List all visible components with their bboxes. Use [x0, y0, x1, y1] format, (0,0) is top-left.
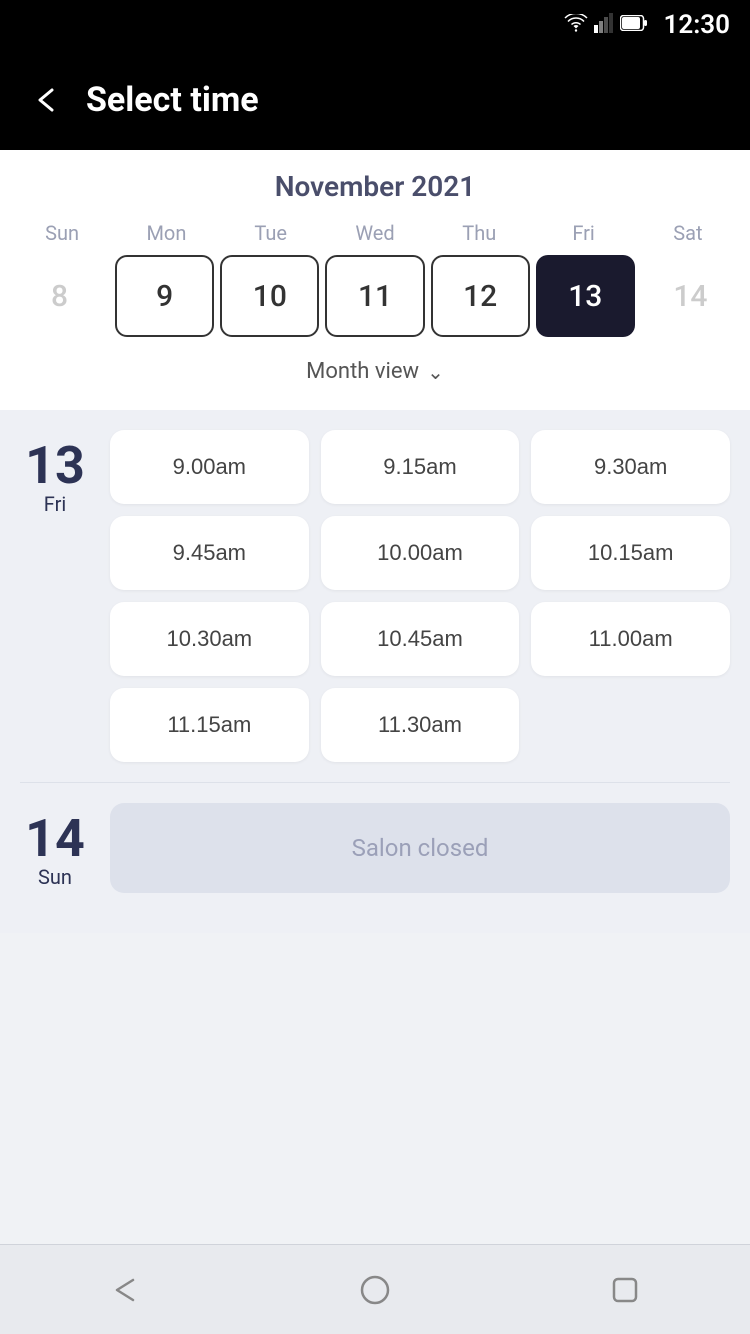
day-14-block: 14 Sun Salon closed — [20, 793, 730, 903]
day-13-label: 13 Fri — [20, 430, 90, 762]
slot-10-30am[interactable]: 10.30am — [110, 602, 309, 676]
divider — [20, 782, 730, 783]
bottom-nav — [0, 1244, 750, 1334]
slot-10-15am[interactable]: 10.15am — [531, 516, 730, 590]
nav-home-button[interactable] — [357, 1272, 393, 1308]
month-view-toggle[interactable]: Month view ⌄ — [0, 351, 750, 400]
calendar-section: November 2021 Sun Mon Tue Wed Thu Fri Sa… — [0, 150, 750, 410]
day-13-block: 13 Fri 9.00am 9.15am 9.30am 9.45am 10.00… — [20, 430, 730, 762]
weekday-wed: Wed — [323, 221, 427, 245]
slot-11-30am[interactable]: 11.30am — [321, 688, 520, 762]
salon-closed-message: Salon closed — [110, 803, 730, 893]
status-bar: 12:30 — [0, 0, 750, 50]
weekday-row: Sun Mon Tue Wed Thu Fri Sat — [0, 221, 750, 245]
battery-icon — [620, 15, 648, 35]
day-12[interactable]: 12 — [431, 255, 530, 337]
page-title: Select time — [86, 80, 259, 120]
slot-11-15am[interactable]: 11.15am — [110, 688, 309, 762]
slot-11-00am[interactable]: 11.00am — [531, 602, 730, 676]
status-icons — [564, 13, 648, 37]
month-label: November 2021 — [0, 170, 750, 203]
days-row: 8 9 10 11 12 13 14 — [0, 255, 750, 337]
status-time: 12:30 — [664, 10, 731, 40]
nav-recent-button[interactable] — [607, 1272, 643, 1308]
day-13-slots-grid: 9.00am 9.15am 9.30am 9.45am 10.00am 10.1… — [110, 430, 730, 762]
timeslots-section: 13 Fri 9.00am 9.15am 9.30am 9.45am 10.00… — [0, 410, 750, 933]
slot-9-30am[interactable]: 9.30am — [531, 430, 730, 504]
day-10[interactable]: 10 — [220, 255, 319, 337]
day-11[interactable]: 11 — [325, 255, 424, 337]
slot-10-45am[interactable]: 10.45am — [321, 602, 520, 676]
weekday-mon: Mon — [114, 221, 218, 245]
month-view-label: Month view — [306, 359, 419, 384]
back-button[interactable] — [30, 84, 62, 116]
day-8[interactable]: 8 — [10, 255, 109, 337]
day-13[interactable]: 13 — [536, 255, 635, 337]
day-14-number: 14 — [25, 813, 85, 865]
slot-9-15am[interactable]: 9.15am — [321, 430, 520, 504]
weekday-thu: Thu — [427, 221, 531, 245]
slot-9-45am[interactable]: 9.45am — [110, 516, 309, 590]
slot-10-00am[interactable]: 10.00am — [321, 516, 520, 590]
day-9[interactable]: 9 — [115, 255, 214, 337]
day-14[interactable]: 14 — [641, 255, 740, 337]
day-14-label: 14 Sun — [20, 803, 90, 893]
day-13-name: Fri — [44, 492, 66, 516]
slot-9-00am[interactable]: 9.00am — [110, 430, 309, 504]
weekday-tue: Tue — [219, 221, 323, 245]
header: Select time — [0, 50, 750, 150]
chevron-down-icon: ⌄ — [427, 360, 444, 384]
nav-back-button[interactable] — [107, 1272, 143, 1308]
weekday-sat: Sat — [636, 221, 740, 245]
wifi-icon — [564, 14, 588, 36]
signal-icon — [594, 13, 614, 37]
weekday-fri: Fri — [531, 221, 635, 245]
day-14-name: Sun — [38, 865, 72, 889]
day-13-number: 13 — [25, 440, 85, 492]
weekday-sun: Sun — [10, 221, 114, 245]
